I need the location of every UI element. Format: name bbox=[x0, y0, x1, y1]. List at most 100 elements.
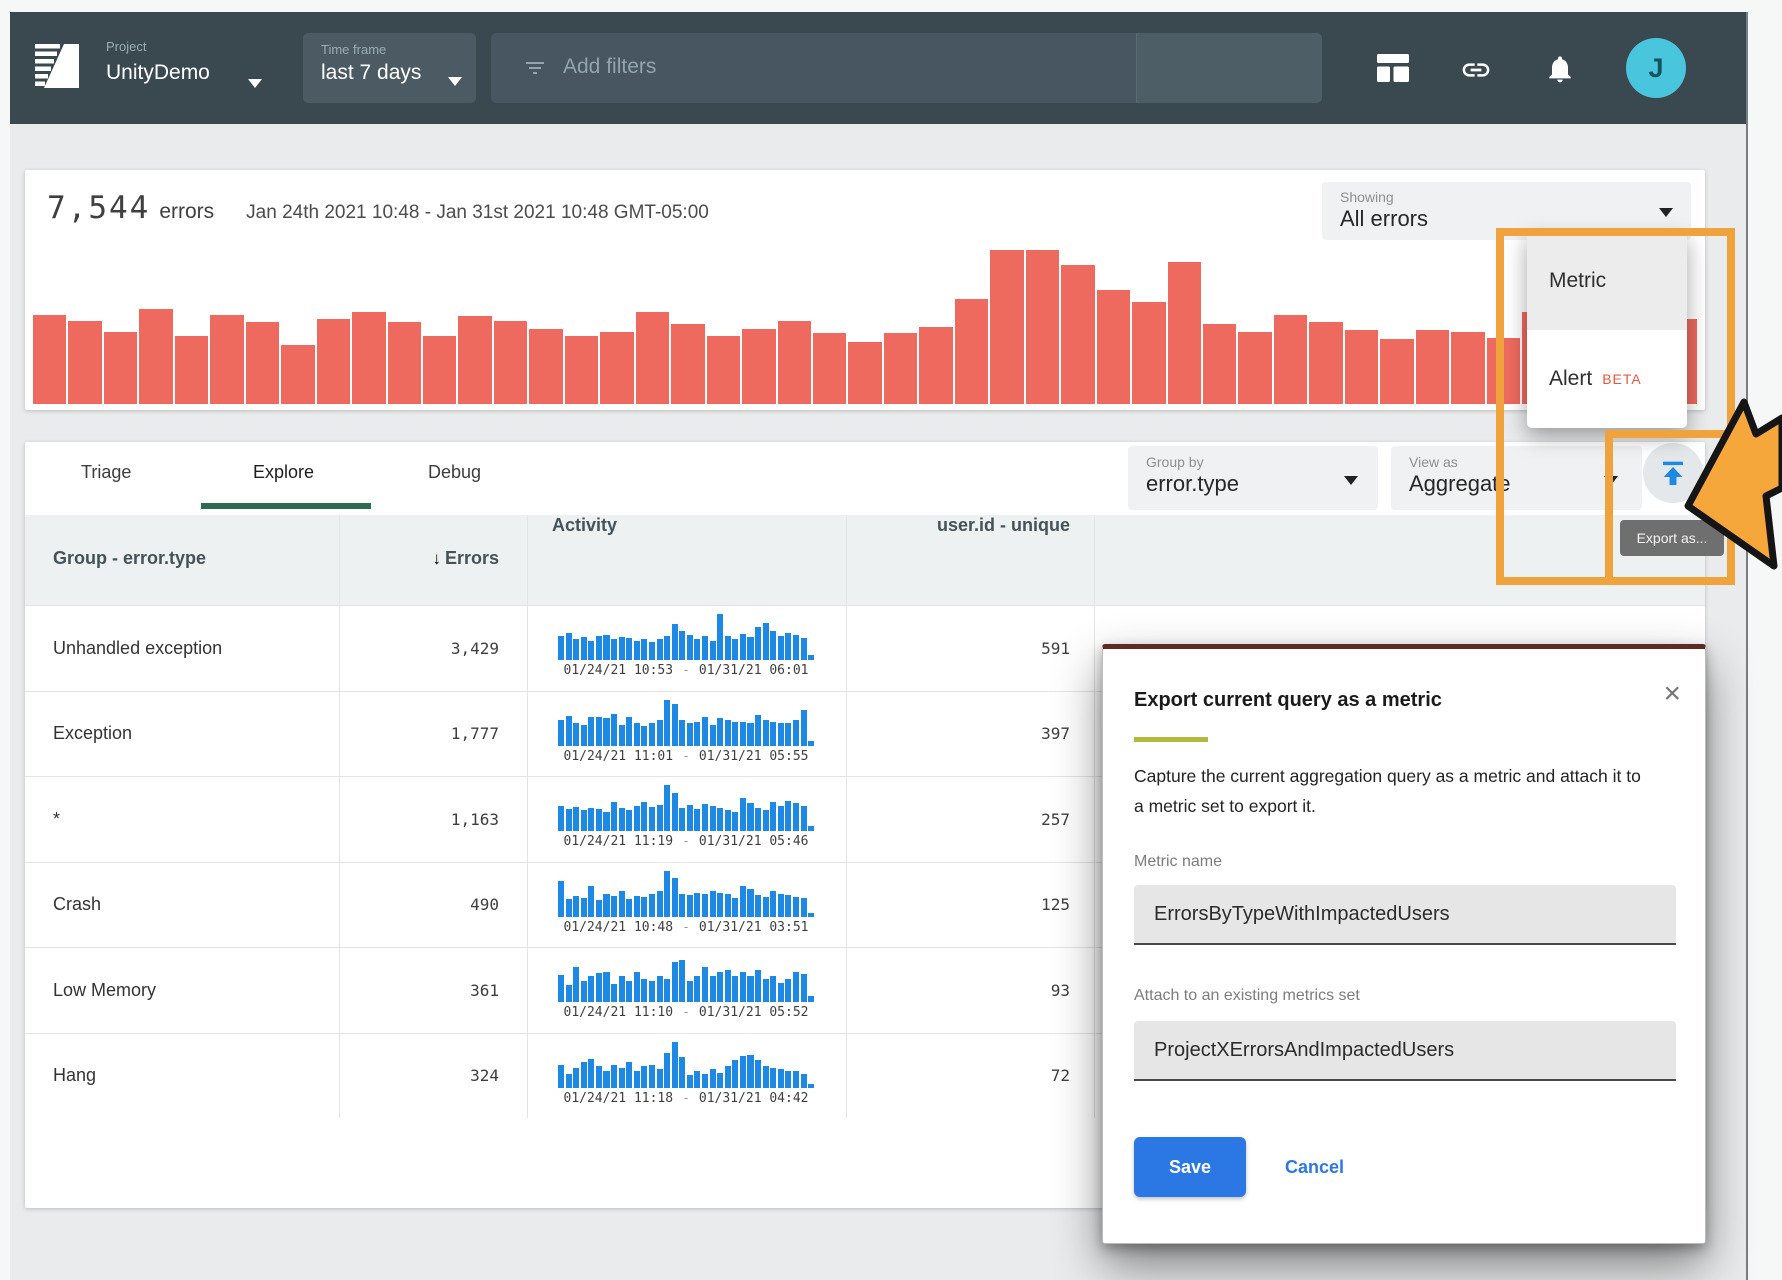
table-header-row: Group - error.type ↓Errors Activity user… bbox=[25, 515, 1705, 605]
column-header-users[interactable]: user.id - unique bbox=[846, 515, 1070, 536]
histogram-bar bbox=[1274, 315, 1307, 404]
user-avatar[interactable]: J bbox=[1626, 38, 1686, 98]
tab-explore[interactable]: Explore bbox=[253, 462, 314, 483]
sparkline-bar bbox=[770, 631, 776, 660]
date-separator: - bbox=[682, 1005, 690, 1020]
activity-sparkline[interactable] bbox=[558, 871, 814, 917]
save-button[interactable]: Save bbox=[1134, 1137, 1246, 1197]
sparkline-bar bbox=[793, 635, 799, 660]
activity-dates: 01/24/21 11:18-01/31/21 04:42 bbox=[558, 1091, 814, 1106]
sparkline-bar bbox=[672, 1042, 678, 1088]
avatar-initial: J bbox=[1648, 53, 1663, 84]
sparkline-bar bbox=[778, 806, 784, 831]
sparkline-bar bbox=[694, 976, 700, 1002]
notifications-bell-icon[interactable] bbox=[1544, 52, 1576, 86]
histogram-bar bbox=[955, 299, 988, 404]
sparkline-bar bbox=[588, 1059, 594, 1088]
sparkline-bar bbox=[573, 723, 579, 745]
sparkline-bar bbox=[672, 878, 678, 917]
metric-name-input[interactable] bbox=[1134, 885, 1676, 945]
column-divider bbox=[1094, 515, 1095, 1118]
link-icon[interactable] bbox=[1460, 54, 1492, 86]
activity-dates: 01/24/21 11:10-01/31/21 05:52 bbox=[558, 1005, 814, 1020]
column-header-activity[interactable]: Activity bbox=[552, 515, 617, 536]
sparkline-bar bbox=[702, 804, 708, 831]
histogram-bar bbox=[565, 336, 598, 404]
column-divider bbox=[846, 515, 847, 1118]
sparkline-bar bbox=[740, 1056, 746, 1087]
sparkline-bar bbox=[619, 891, 625, 916]
sparkline-bar bbox=[732, 639, 738, 660]
sparkline-bar bbox=[801, 806, 807, 831]
histogram-bar bbox=[388, 322, 421, 404]
sparkline-bar bbox=[694, 1071, 700, 1087]
sparkline-bar bbox=[808, 826, 814, 831]
histogram-bar bbox=[210, 315, 243, 404]
column-header-group[interactable]: Group - error.type bbox=[53, 548, 206, 569]
activity-sparkline[interactable] bbox=[558, 700, 814, 746]
attach-metrics-set-input[interactable] bbox=[1134, 1021, 1676, 1081]
histogram-bar bbox=[68, 321, 101, 404]
errors-count-cell: 324 bbox=[339, 1034, 499, 1119]
tab-debug[interactable]: Debug bbox=[428, 462, 481, 483]
activity-sparkline[interactable] bbox=[558, 785, 814, 831]
histogram-bar bbox=[884, 333, 917, 404]
errors-count-cell: 1,163 bbox=[339, 777, 499, 862]
sparkline-bar bbox=[687, 1075, 693, 1088]
sparkline-bar bbox=[702, 1074, 708, 1088]
sparkline-bar bbox=[755, 627, 761, 660]
activity-cell: 01/24/21 11:18-01/31/21 04:42 bbox=[558, 1042, 814, 1106]
close-icon[interactable]: × bbox=[1663, 679, 1681, 709]
sparkline-bar bbox=[596, 973, 602, 1002]
sparkline-bar bbox=[747, 976, 753, 1002]
users-count-cell: 397 bbox=[846, 692, 1070, 777]
sparkline-bar bbox=[702, 894, 708, 917]
sparkline-bar bbox=[588, 886, 594, 916]
sparkline-bar bbox=[619, 725, 625, 745]
sparkline-bar bbox=[778, 983, 784, 1002]
dashboard-layout-icon[interactable] bbox=[1376, 53, 1410, 83]
histogram[interactable] bbox=[33, 250, 1697, 404]
sparkline-bar bbox=[694, 722, 700, 746]
group-by-select[interactable]: Group by error.type bbox=[1128, 446, 1378, 510]
sparkline-bar bbox=[573, 1068, 579, 1087]
sparkline-bar bbox=[566, 716, 572, 746]
activity-end-date: 01/31/21 03:51 bbox=[699, 920, 809, 935]
cancel-button[interactable]: Cancel bbox=[1285, 1137, 1344, 1197]
sparkline-bar bbox=[801, 898, 807, 916]
backtrace-logo-icon[interactable] bbox=[34, 40, 80, 92]
column-header-errors[interactable]: ↓Errors bbox=[339, 548, 499, 569]
sparkline-bar bbox=[694, 809, 700, 831]
sparkline-bar bbox=[755, 1060, 761, 1088]
sparkline-bar bbox=[732, 812, 738, 831]
project-selector[interactable]: Project UnityDemo bbox=[106, 39, 210, 85]
tab-triage[interactable]: Triage bbox=[81, 462, 131, 483]
sparkline-bar bbox=[611, 896, 617, 917]
errors-count-cell: 490 bbox=[339, 863, 499, 948]
sparkline-bar bbox=[725, 720, 731, 745]
add-filters-input[interactable]: Add filters bbox=[491, 33, 1321, 103]
sparkline-bar bbox=[566, 1074, 572, 1088]
sparkline-bar bbox=[763, 623, 769, 660]
sparkline-bar bbox=[725, 894, 731, 916]
sparkline-bar bbox=[740, 798, 746, 831]
sparkline-bar bbox=[755, 895, 761, 916]
sparkline-bar bbox=[611, 1065, 617, 1088]
sparkline-bar bbox=[657, 1069, 663, 1087]
filters-secondary-segment[interactable] bbox=[1136, 33, 1322, 103]
timeframe-selector[interactable]: Time frame last 7 days bbox=[303, 33, 476, 103]
sparkline-bar bbox=[710, 891, 716, 917]
sparkline-bar bbox=[740, 634, 746, 660]
activity-sparkline[interactable] bbox=[558, 956, 814, 1002]
sparkline-bar bbox=[626, 1062, 632, 1088]
sparkline-bar bbox=[664, 700, 670, 746]
column-divider bbox=[527, 515, 528, 1118]
sparkline-bar bbox=[649, 723, 655, 745]
sparkline-bar bbox=[566, 809, 572, 831]
activity-end-date: 01/31/21 05:52 bbox=[699, 1005, 809, 1020]
users-count-cell: 125 bbox=[846, 863, 1070, 948]
sparkline-bar bbox=[770, 976, 776, 1002]
sparkline-bar bbox=[679, 720, 685, 745]
activity-sparkline[interactable] bbox=[558, 614, 814, 660]
activity-sparkline[interactable] bbox=[558, 1042, 814, 1088]
